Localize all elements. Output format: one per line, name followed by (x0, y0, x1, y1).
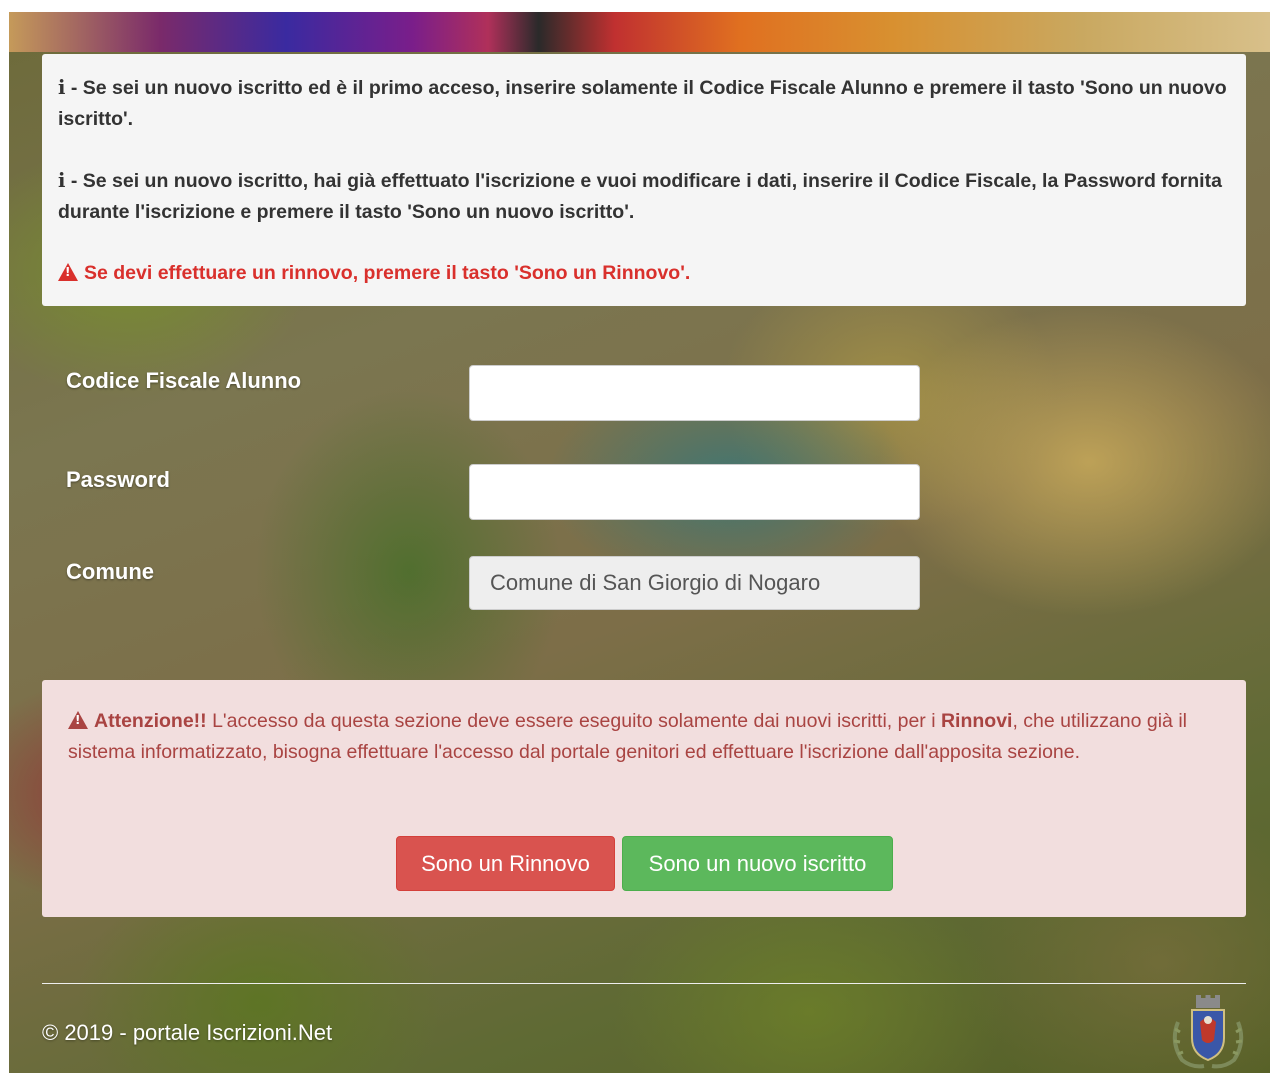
info-line-first-access-text: - Se sei un nuovo iscritto ed è il primo… (58, 77, 1227, 130)
warning-icon (58, 263, 78, 281)
password-input[interactable] (469, 464, 920, 520)
renewal-button[interactable]: Sono un Rinnovo (396, 836, 615, 891)
attention-message: Attenzione!! L'accesso da questa sezione… (68, 706, 1220, 768)
renewal-notice-text: Se devi effettuare un rinnovo, premere i… (84, 262, 691, 284)
renewal-notice: Se devi effettuare un rinnovo, premere i… (58, 258, 1230, 289)
info-line-modify-data: i - Se sei un nuovo iscritto, hai già ef… (58, 165, 1230, 228)
municipality-crest-icon (1172, 995, 1244, 1069)
action-buttons: Sono un Rinnovo Sono un nuovo iscritto (396, 836, 893, 891)
background-top-strip (9, 12, 1270, 52)
footer-divider (42, 983, 1246, 984)
attention-title: Attenzione!! (94, 710, 207, 732)
codice-fiscale-input[interactable] (469, 365, 920, 421)
attention-highlight: Rinnovi (940, 710, 1013, 732)
codice-fiscale-label: Codice Fiscale Alunno (66, 368, 302, 393)
attention-text-part1: L'accesso da questa sezione deve essere … (206, 710, 941, 732)
info-panel: i - Se sei un nuovo iscritto ed è il pri… (42, 54, 1246, 306)
new-enrollment-button[interactable]: Sono un nuovo iscritto (622, 836, 893, 891)
warning-icon (68, 711, 88, 729)
comune-input[interactable] (469, 556, 920, 610)
info-line-modify-data-text: - Se sei un nuovo iscritto, hai già effe… (58, 170, 1222, 223)
footer-copyright: © 2019 - portale Iscrizioni.Net (42, 1020, 333, 1045)
info-line-first-access: i - Se sei un nuovo iscritto ed è il pri… (58, 72, 1230, 135)
comune-label: Comune (66, 559, 154, 584)
password-label: Password (66, 467, 170, 492)
attention-panel: Attenzione!! L'accesso da questa sezione… (42, 680, 1246, 917)
